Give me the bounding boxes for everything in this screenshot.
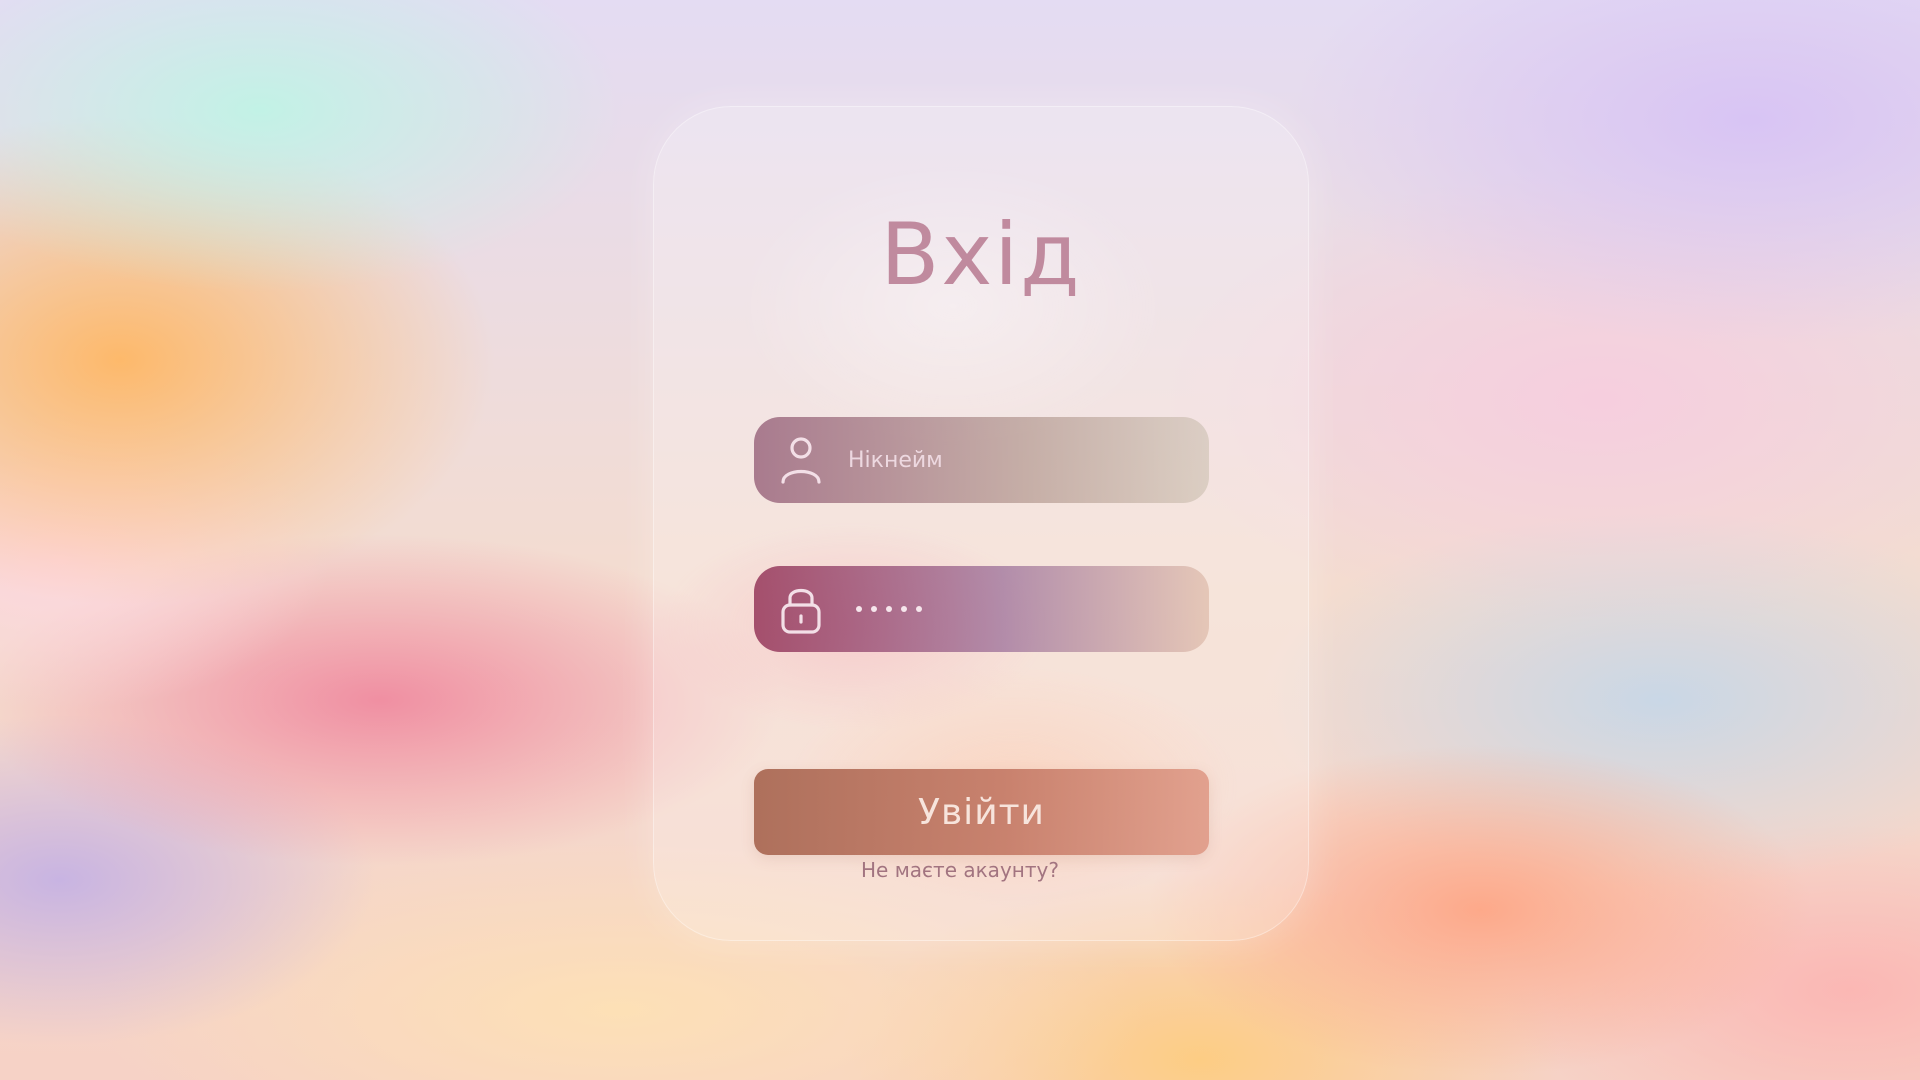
username-input[interactable]: [848, 430, 1188, 490]
password-dot: [916, 606, 922, 612]
lock-icon: [778, 583, 824, 635]
password-dot: [901, 606, 907, 612]
user-icon: [778, 434, 824, 486]
login-title: Вхід: [880, 205, 1082, 305]
password-dot: [886, 606, 892, 612]
password-dot: [856, 606, 862, 612]
username-field[interactable]: [754, 417, 1209, 503]
password-field[interactable]: [754, 566, 1209, 652]
login-button[interactable]: Увійти: [754, 769, 1209, 855]
signup-link[interactable]: Не маєте акаунту?: [0, 858, 1920, 882]
password-dot: [871, 606, 877, 612]
password-masked-value[interactable]: [856, 606, 922, 612]
